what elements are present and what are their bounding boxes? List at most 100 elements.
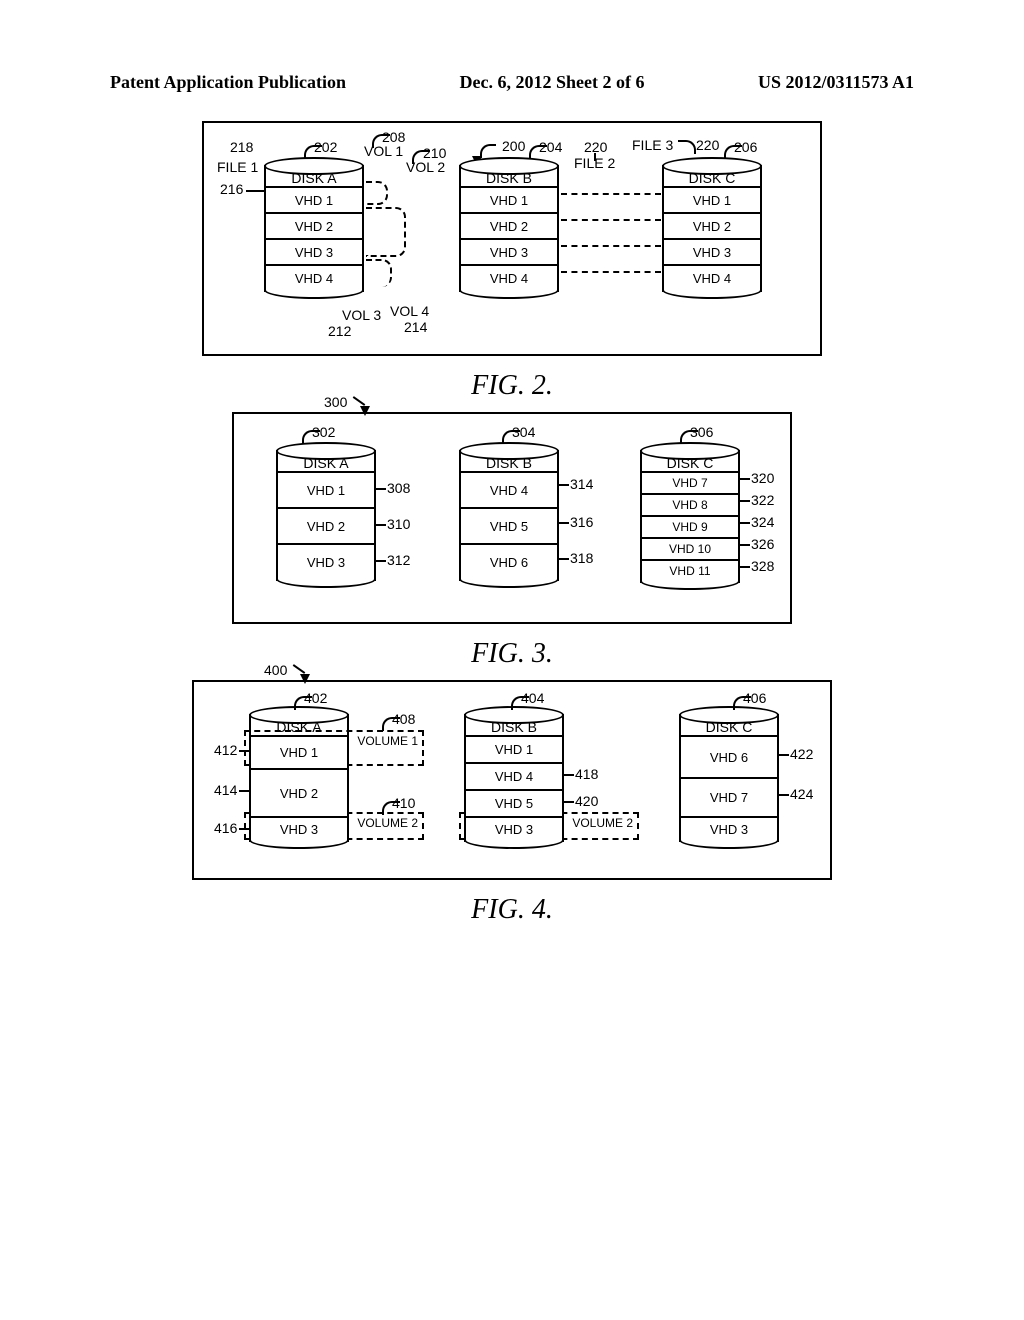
disk-c: DISK C VHD 7 VHD 8 VHD 9 VHD 10 VHD 11 (640, 450, 740, 583)
leader-line (564, 801, 574, 803)
disk-a: DISK A VHD 1 VHD 2 VHD 3 (276, 450, 376, 581)
vhd-row: VHD 4 (466, 762, 562, 789)
leader-line (594, 153, 596, 161)
leader-icon (382, 717, 400, 731)
disk-c-title: DISK C (642, 452, 738, 471)
disk-b-row: VHD 2 (461, 212, 557, 238)
leader-icon (733, 696, 751, 710)
vhd-row: VHD 1 (466, 735, 562, 762)
ref-420: 420 (575, 793, 598, 809)
disk-a-row: VHD 4 (266, 264, 362, 290)
ref-412: 412 (214, 742, 237, 758)
vhd-row: VHD 5 (466, 789, 562, 816)
leader-icon (294, 696, 312, 710)
ref-308: 308 (387, 480, 410, 496)
volume1-label: VOLUME 1 (357, 734, 418, 748)
fig2-caption: FIG. 2. (0, 370, 1024, 402)
leader-icon (511, 696, 529, 710)
ref-314: 314 (570, 476, 593, 492)
leader-icon (480, 144, 496, 158)
ref-318: 318 (570, 550, 593, 566)
disk-b-row: VHD 1 (461, 186, 557, 212)
leader-line (559, 522, 569, 524)
leader-icon (382, 801, 400, 815)
disk-c-row: VHD 3 (664, 238, 760, 264)
fig4-caption: FIG. 4. (0, 894, 1024, 926)
leader-line (779, 794, 789, 796)
leader-icon (302, 430, 320, 444)
disk-c-row: VHD 2 (664, 212, 760, 238)
ref-422: 422 (790, 746, 813, 762)
vhd-row: VHD 2 (251, 768, 347, 816)
ref-316: 316 (570, 514, 593, 530)
vhd-row: VHD 1 (278, 471, 374, 507)
vhd-row: VHD 8 (642, 493, 738, 515)
disk-c-title: DISK C (681, 716, 777, 735)
leader-line (559, 484, 569, 486)
leader-icon (502, 430, 520, 444)
brace-icon (366, 207, 406, 257)
leader-line (246, 190, 264, 192)
vhd-row: VHD 3 (466, 816, 562, 840)
volume2a-label: VOLUME 2 (357, 816, 418, 830)
leader-line (740, 500, 750, 502)
vol4-label: VOL 4 (390, 303, 429, 319)
ref-418: 418 (575, 766, 598, 782)
header-left: Patent Application Publication (110, 72, 346, 93)
disk-a-title: DISK A (278, 452, 374, 471)
disk-b-title: DISK B (466, 716, 562, 735)
disk-b-title: DISK B (461, 452, 557, 471)
vhd-row: VHD 5 (461, 507, 557, 543)
leader-line (779, 754, 789, 756)
figure-3-box: 302 DISK A VHD 1 VHD 2 VHD 3 308 310 312… (232, 412, 792, 624)
leader-icon (529, 145, 547, 159)
disk-c-title: DISK C (664, 167, 760, 186)
leader-line (376, 524, 386, 526)
brace-icon (366, 259, 392, 287)
dashed-leader (561, 271, 661, 273)
leader-line (239, 750, 249, 752)
disk-a: DISK A VHD 1 VHD 2 VHD 3 VHD 4 (264, 165, 364, 292)
disk-b-title: DISK B (461, 167, 557, 186)
vhd-row: VHD 11 (642, 559, 738, 581)
leader-line (239, 790, 249, 792)
vhd-row: VHD 1 (251, 735, 347, 768)
vhd-row: VHD 3 (681, 816, 777, 840)
volume2b-label: VOLUME 2 (572, 816, 633, 830)
leader-line (376, 488, 386, 490)
leader-icon (678, 140, 696, 154)
vhd-row: VHD 6 (681, 735, 777, 777)
figure-4-box: 402 404 406 408 410 DISK A VHD 1 VHD 2 V… (192, 680, 832, 880)
vhd-row: VHD 7 (642, 471, 738, 493)
vhd-row: VHD 3 (278, 543, 374, 579)
leader-line (239, 828, 249, 830)
leader-line (564, 774, 574, 776)
ref-212: 212 (328, 323, 351, 339)
ref-322: 322 (751, 492, 774, 508)
vhd-row: VHD 3 (251, 816, 347, 840)
ref-328: 328 (751, 558, 774, 574)
disk-b: DISK B VHD 1 VHD 2 VHD 3 VHD 4 (459, 165, 559, 292)
disk-c: DISK C VHD 1 VHD 2 VHD 3 VHD 4 (662, 165, 762, 292)
ref-320: 320 (751, 470, 774, 486)
disk-b-row: VHD 4 (461, 264, 557, 290)
leader-icon (680, 430, 698, 444)
disk-b: DISK B VHD 1 VHD 4 VHD 5 VHD 3 (464, 714, 564, 842)
file3-label: FILE 3 (632, 137, 673, 153)
disk-b-row: VHD 3 (461, 238, 557, 264)
ref-324: 324 (751, 514, 774, 530)
ref-220b: 220 (696, 137, 719, 153)
ref-424: 424 (790, 786, 813, 802)
ref-310: 310 (387, 516, 410, 532)
disk-a-title: DISK A (266, 167, 362, 186)
disk-c-row: VHD 1 (664, 186, 760, 212)
ref-416: 416 (214, 820, 237, 836)
ref-216: 216 (220, 181, 243, 197)
header-right: US 2012/0311573 A1 (758, 72, 914, 93)
vhd-row: VHD 7 (681, 777, 777, 816)
vol3-label: VOL 3 (342, 307, 381, 323)
figure-2-box: 218 FILE 1 202 VOL 1 208 VOL 2 210 204 2… (202, 121, 822, 356)
fig3-caption: FIG. 3. (0, 638, 1024, 670)
leader-line (740, 522, 750, 524)
disk-a-row: VHD 2 (266, 212, 362, 238)
